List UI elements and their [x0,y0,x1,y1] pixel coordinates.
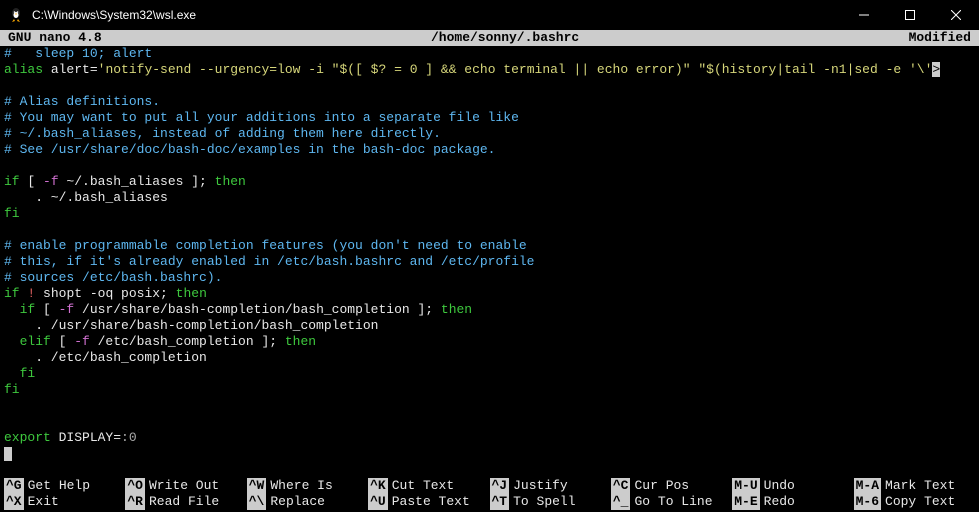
shortcut-key: ^\ [247,494,267,510]
shortcut: M-U Undo [732,478,853,494]
shortcut: ^JJustify [490,478,611,494]
shortcut: ^GGet Help [4,478,125,494]
code-line [4,158,975,174]
code-line: fi [4,366,975,382]
shortcut: ^KCut Text [368,478,489,494]
shortcut: ^TTo Spell [490,494,611,510]
shortcut-label: Paste Text [392,494,470,510]
code-line: # this, if it's already enabled in /etc/… [4,254,975,270]
cursor [4,447,12,461]
shortcut: ^_Go To Line [611,494,732,510]
editor-area[interactable]: # sleep 10; alertalias alert='notify-sen… [0,46,979,462]
shortcut-label: To Spell [513,494,575,510]
code-line: if ! shopt -oq posix; then [4,286,975,302]
shortcut-label: Mark Text [885,478,955,494]
shortcut-key: ^W [247,478,267,494]
shortcut-label: Justify [513,478,568,494]
code-line: alias alert='notify-send --urgency=low -… [4,62,975,78]
maximize-button[interactable] [887,0,933,30]
nano-header: GNU nano 4.8 /home/sonny/.bashrc Modifie… [0,30,979,46]
penguin-icon [8,7,24,23]
code-line: # You may want to put all your additions… [4,110,975,126]
shortcut-label: Read File [149,494,219,510]
window-titlebar: C:\Windows\System32\wsl.exe [0,0,979,30]
shortcut: M-6Copy Text [854,494,975,510]
code-line: # sources /etc/bash.bashrc). [4,270,975,286]
shortcut-label: Exit [28,494,59,510]
code-line [4,398,975,414]
shortcut-label: Go To Line [634,494,712,510]
shortcut-label: Where Is [270,478,332,494]
close-button[interactable] [933,0,979,30]
shortcut-label: Copy Text [885,494,955,510]
code-line: export DISPLAY=:0 [4,430,975,446]
code-line: # ~/.bash_aliases, instead of adding the… [4,126,975,142]
shortcut-key: ^U [368,494,388,510]
code-line: # sleep 10; alert [4,46,975,62]
window-controls [841,0,979,30]
shortcut-key: ^K [368,478,388,494]
shortcut-key: ^_ [611,494,631,510]
shortcut-key: M-U [732,478,759,494]
code-line: if [ -f /usr/share/bash-completion/bash_… [4,302,975,318]
shortcut-key: ^R [125,494,145,510]
shortcut: ^CCur Pos [611,478,732,494]
window-title: C:\Windows\System32\wsl.exe [32,8,841,22]
shortcut-label: Cur Pos [634,478,689,494]
shortcut-key: ^G [4,478,24,494]
shortcut: ^RRead File [125,494,246,510]
code-line: . ~/.bash_aliases [4,190,975,206]
code-line: if [ -f ~/.bash_aliases ]; then [4,174,975,190]
nano-version: GNU nano 4.8 [0,30,102,46]
shortcut-key: ^X [4,494,24,510]
shortcut-label: Undo [764,478,795,494]
nano-file: /home/sonny/.bashrc [102,30,909,46]
code-line: fi [4,382,975,398]
code-line: # enable programmable completion feature… [4,238,975,254]
code-line [4,78,975,94]
code-line: fi [4,206,975,222]
shortcut-key: M-A [854,478,881,494]
nano-status: Modified [909,30,979,46]
shortcut: M-E Redo [732,494,853,510]
shortcut-label: Replace [270,494,325,510]
shortcut-label: Get Help [28,478,90,494]
code-line: elif [ -f /etc/bash_completion ]; then [4,334,975,350]
shortcut-key: M-6 [854,494,881,510]
shortcut-key: M-E [732,494,759,510]
code-line [4,414,975,430]
code-line: . /usr/share/bash-completion/bash_comple… [4,318,975,334]
shortcut-label: Cut Text [392,478,454,494]
code-line: # Alias definitions. [4,94,975,110]
shortcut-key: ^T [490,494,510,510]
shortcut-key: ^C [611,478,631,494]
shortcut-key: ^J [490,478,510,494]
shortcut: ^\Replace [247,494,368,510]
shortcut-label: Write Out [149,478,219,494]
shortcut: ^XExit [4,494,125,510]
code-line [4,222,975,238]
shortcut-key: ^O [125,478,145,494]
code-line: # See /usr/share/doc/bash-doc/examples i… [4,142,975,158]
shortcut: ^WWhere Is [247,478,368,494]
code-line: . /etc/bash_completion [4,350,975,366]
shortcut: ^UPaste Text [368,494,489,510]
shortcut: M-AMark Text [854,478,975,494]
shortcut: ^OWrite Out [125,478,246,494]
shortcut-bar: ^GGet Help^OWrite Out^WWhere Is^KCut Tex… [0,478,979,512]
minimize-button[interactable] [841,0,887,30]
shortcut-label: Redo [764,494,795,510]
